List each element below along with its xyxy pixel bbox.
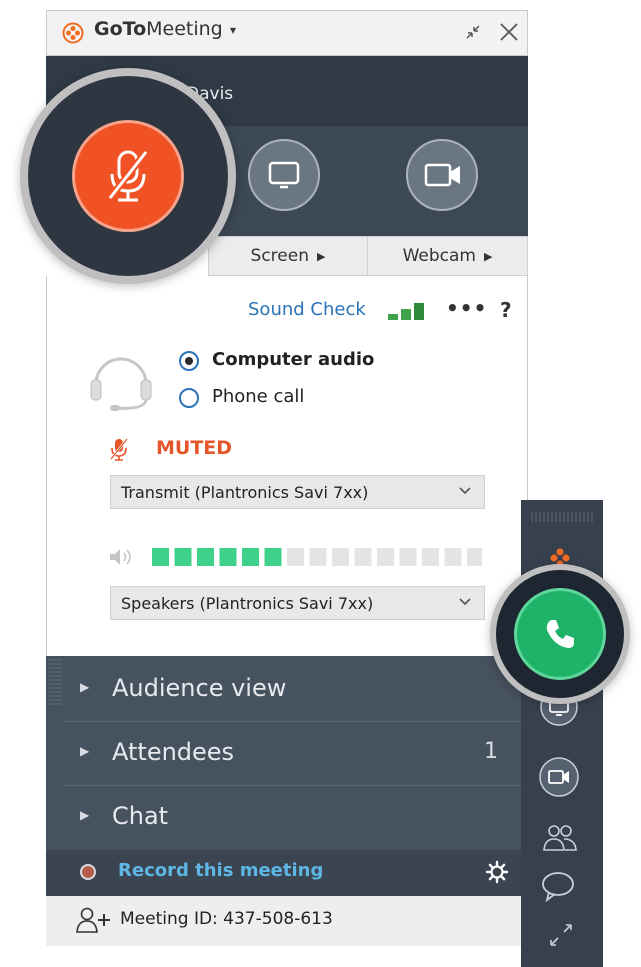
video-camera-icon	[424, 163, 460, 187]
volume-segment	[377, 548, 394, 566]
chat-section[interactable]: ▶ Chat	[46, 786, 528, 850]
gear-icon[interactable]	[485, 860, 509, 884]
attendees-count: 1	[484, 739, 498, 764]
volume-segment	[309, 548, 327, 566]
volume-segment	[242, 548, 259, 566]
flower-logo-icon	[62, 22, 84, 44]
chat-bubble-icon[interactable]	[540, 870, 576, 902]
help-icon[interactable]: ?	[500, 298, 512, 322]
record-meeting-link[interactable]: Record this meeting	[118, 860, 323, 881]
speaker-volume-meter	[152, 548, 482, 566]
expand-caret-icon: ▶	[80, 744, 90, 758]
expand-caret-icon: ▶	[80, 680, 90, 694]
attendees-section[interactable]: ▶ Attendees 1	[46, 722, 528, 786]
close-icon[interactable]	[498, 21, 520, 43]
expand-icon[interactable]	[548, 922, 574, 948]
volume-segment	[264, 548, 282, 566]
muted-microphone-icon	[110, 438, 128, 461]
computer-audio-radio[interactable]	[179, 351, 199, 371]
screen-tab-caret: ▶	[316, 249, 326, 263]
screen-share-button[interactable]	[248, 139, 320, 211]
phone-call-radio[interactable]	[179, 388, 199, 408]
webcam-button[interactable]	[406, 139, 478, 211]
transmit-device-select[interactable]: Transmit (Plantronics Savi 7xx)	[110, 475, 485, 509]
app-title[interactable]: GoToMeeting	[94, 18, 223, 40]
volume-segment	[422, 548, 439, 566]
chat-label: Chat	[112, 802, 169, 830]
add-person-icon[interactable]	[76, 906, 114, 934]
volume-segment	[197, 548, 214, 566]
signal-bars-icon	[388, 303, 424, 320]
phone-icon	[546, 620, 574, 648]
chevron-down-icon	[459, 487, 471, 495]
video-camera-icon[interactable]	[538, 756, 580, 798]
record-icon[interactable]	[80, 864, 96, 880]
meeting-id: Meeting ID: 437-508-613	[120, 909, 333, 929]
volume-segment	[287, 548, 304, 566]
sound-check-link[interactable]: Sound Check	[248, 299, 366, 320]
expand-caret-icon: ▶	[80, 808, 90, 822]
volume-segment	[332, 548, 349, 566]
volume-segment	[219, 548, 237, 566]
monitor-icon	[268, 161, 300, 189]
transmit-device-value: Transmit (Plantronics Savi 7xx)	[121, 482, 369, 502]
headset-icon	[90, 357, 152, 411]
more-options-icon[interactable]: •••	[446, 296, 487, 320]
chevron-down-icon	[459, 598, 471, 606]
collapse-icon[interactable]	[463, 22, 483, 42]
screen-tab-label: Screen	[250, 246, 309, 266]
speaker-device-select[interactable]: Speakers (Plantronics Savi 7xx)	[110, 586, 485, 620]
speaker-device-value: Speakers (Plantronics Savi 7xx)	[121, 593, 374, 613]
webcam-tab-label: Webcam	[402, 246, 476, 266]
attendees-label: Attendees	[112, 738, 235, 766]
screen-tab[interactable]: Screen ▶	[208, 236, 368, 276]
app-title-rest: Meeting	[146, 18, 223, 40]
volume-segment	[399, 548, 417, 566]
app-title-bold: GoTo	[94, 18, 147, 40]
volume-segment	[354, 548, 372, 566]
webcam-tab-caret: ▶	[483, 249, 493, 263]
speaker-icon	[110, 549, 131, 565]
muted-microphone-icon	[107, 149, 149, 202]
volume-segment	[152, 548, 169, 566]
volume-segment	[174, 548, 192, 566]
phone-call-label[interactable]: Phone call	[212, 386, 304, 407]
webcam-tab[interactable]: Webcam ▶	[368, 236, 528, 276]
muted-status: MUTED	[156, 437, 233, 459]
computer-audio-label[interactable]: Computer audio	[212, 349, 374, 370]
volume-segment	[444, 548, 462, 566]
audience-view-section[interactable]: ▶ Audience view	[46, 658, 528, 722]
audience-view-label: Audience view	[112, 674, 287, 702]
app-menu-caret[interactable]: ▾	[230, 23, 236, 37]
mini-toolbar-grip[interactable]	[530, 510, 594, 524]
volume-segment	[467, 548, 482, 566]
people-icon[interactable]	[540, 820, 580, 854]
